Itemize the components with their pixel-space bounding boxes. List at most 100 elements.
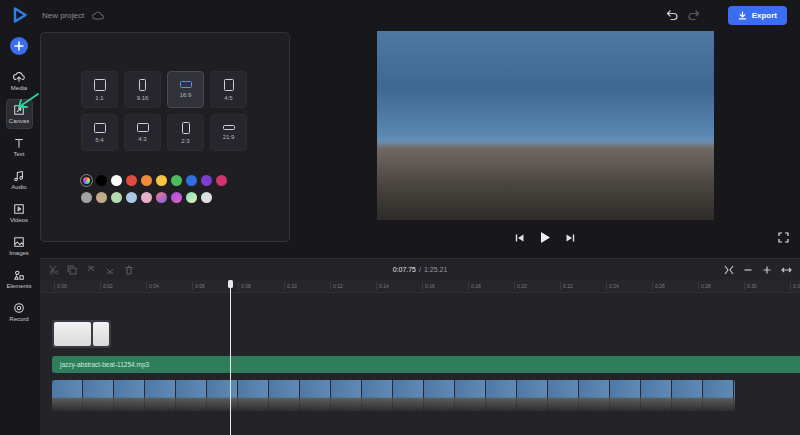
color-swatch[interactable] [156,192,167,203]
color-swatch[interactable] [171,175,182,186]
ruler-tick: 0:20 [514,282,560,290]
aspect-ratio-option[interactable]: 9:16 [124,71,161,108]
aspect-ratio-option[interactable]: 5:4 [81,114,118,151]
aspect-ratio-option[interactable]: 1:1 [81,71,118,108]
shapes-icon [13,269,25,281]
sidebar-label: Media [11,85,27,91]
color-swatch[interactable] [96,192,107,203]
workspace: 1:1 9:16 16:9 4:5 5:4 4:32:3 21:9 [38,30,800,258]
undo-icon [666,9,678,21]
undo-button[interactable] [664,7,680,23]
color-swatch[interactable] [126,192,137,203]
color-swatch[interactable] [81,192,92,203]
aspect-ratio-label: 9:16 [137,95,149,101]
sidebar-item[interactable]: Canvas [6,99,33,129]
move-down-icon[interactable] [105,265,115,275]
color-swatch[interactable] [111,175,122,186]
aspect-ratio-option[interactable]: 4:5 [210,71,247,108]
record-icon [13,302,25,314]
ruler-tick: 0:00 [54,282,100,290]
play-button[interactable] [537,229,553,246]
redo-button[interactable] [686,7,702,23]
audio-clip-label: jazzy-abstract-beat-11254.mp3 [60,361,149,368]
color-swatch[interactable] [111,192,122,203]
sidebar-item[interactable]: Videos [6,198,33,228]
video-preview-frame [377,31,714,220]
color-swatch[interactable] [186,192,197,203]
sidebar-item[interactable]: Record [6,297,33,327]
video-clip[interactable] [52,380,735,411]
skip-forward-button[interactable] [563,231,577,245]
element-clip[interactable] [52,320,111,348]
add-button[interactable] [10,37,28,55]
aspect-ratio-label: 5:4 [95,137,103,143]
playhead[interactable] [227,280,233,435]
export-button[interactable]: Export [728,6,787,25]
aspect-ratio-icon [94,123,106,133]
canvas-panel: 1:1 9:16 16:9 4:5 5:4 4:32:3 21:9 [40,32,290,242]
color-swatch[interactable] [186,175,197,186]
aspect-ratio-label: 1:1 [95,95,103,101]
aspect-ratio-option[interactable]: 16:9 [167,71,204,108]
color-swatch[interactable] [141,192,152,203]
color-swatch[interactable] [171,192,182,203]
zoom-out-icon[interactable] [743,265,753,275]
color-swatch[interactable] [96,175,107,186]
tracks: jazzy-abstract-beat-11254.mp3 [40,293,800,411]
text-icon [13,137,25,149]
sidebar-item[interactable]: Media [6,66,33,96]
color-swatch[interactable] [126,175,137,186]
sidebar-label: Images [9,250,29,256]
skip-forward-icon [565,233,575,243]
current-time: 0:07.75 [393,266,416,273]
video-editor: Media Canvas Text Audio Videos Images Elements… [0,0,800,435]
fit-icon[interactable] [724,265,734,275]
sidebar-item[interactable]: Images [6,231,33,261]
color-swatch[interactable] [156,175,167,186]
sidebar-item[interactable]: Elements [6,264,33,294]
sidebar-label: Canvas [9,118,29,124]
video-icon [13,203,25,215]
duplicate-icon[interactable] [67,265,77,275]
ruler-tick: 0:30 [744,282,790,290]
aspect-ratio-label: 4:5 [224,95,232,101]
top-bar: New project Export [38,0,800,30]
music-icon [13,170,25,182]
sidebar-item[interactable]: Text [6,132,33,162]
color-swatches [81,175,289,203]
audio-clip[interactable]: jazzy-abstract-beat-11254.mp3 [52,356,800,373]
element-thumbnail [54,322,91,346]
zoom-in-icon[interactable] [762,265,772,275]
skip-back-button[interactable] [513,231,527,245]
playhead-handle[interactable] [228,280,233,288]
aspect-ratio-option[interactable]: 2:3 [167,114,204,151]
expand-icon[interactable] [781,265,792,275]
ruler-tick: 0:02 [100,282,146,290]
aspect-ratio-option[interactable]: 21:9 [210,114,247,151]
aspect-ratio-label: 21:9 [223,134,235,140]
scissors-icon[interactable] [48,265,58,275]
move-up-icon[interactable] [86,265,96,275]
redo-icon [688,9,700,21]
cloud-icon [92,11,104,20]
sidebar-item[interactable]: Audio [6,165,33,195]
fullscreen-button[interactable] [776,230,791,245]
color-swatch[interactable] [216,175,227,186]
timeline-toolbar: 0:07.75/1:25.21 [40,259,800,280]
ruler-tick: 0:04 [146,282,192,290]
logo[interactable] [11,0,27,30]
color-swatch[interactable] [201,192,212,203]
color-swatch[interactable] [141,175,152,186]
sidebar-label: Elements [7,283,32,289]
fullscreen-icon [778,232,789,243]
time-ruler: 0:000:020:040:060:080:100:120:140:160:18… [40,280,800,293]
project-name[interactable]: New project [42,11,84,20]
trash-icon[interactable] [124,265,134,275]
skip-back-icon [515,233,525,243]
color-picker-swatch[interactable] [81,175,92,186]
pointer-arrow-icon [16,92,40,110]
color-swatch[interactable] [201,175,212,186]
aspect-ratio-icon [94,79,106,91]
export-label: Export [752,11,777,20]
aspect-ratio-option[interactable]: 4:3 [124,114,161,151]
